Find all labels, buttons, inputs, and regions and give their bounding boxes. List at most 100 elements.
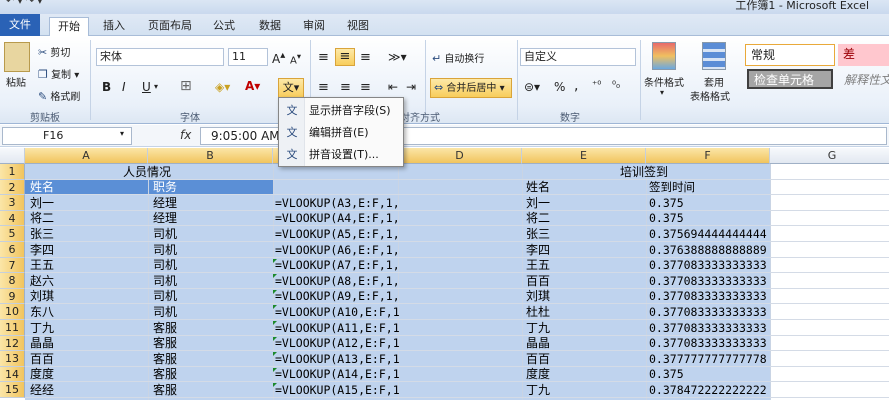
cell-b4[interactable]: 经理 [153, 211, 177, 226]
error-indicator-icon[interactable] [273, 289, 277, 294]
row-header[interactable]: 7 [0, 257, 25, 274]
row-header[interactable]: 11 [0, 320, 25, 336]
name-box-dropdown-icon[interactable]: ▾ [120, 129, 124, 138]
align-top-icon[interactable]: ≡ [318, 50, 329, 65]
font-name-select[interactable]: 宋体 [96, 48, 224, 66]
row-header[interactable]: 4 [0, 210, 25, 227]
cell-e7[interactable]: 王五 [526, 258, 550, 273]
column-header-g[interactable]: G [770, 148, 889, 164]
phonetic-button[interactable]: 文▾ [278, 78, 304, 98]
font-color-icon[interactable]: A▾ [245, 79, 260, 93]
menu-item-phonetic-settings[interactable]: 文 拼音设置(T)... [279, 144, 403, 166]
row-header[interactable]: 10 [0, 304, 25, 320]
underline-button[interactable]: U [142, 80, 151, 94]
cell-e9[interactable]: 刘琪 [526, 289, 550, 304]
tab-formulas[interactable]: 公式 [206, 17, 242, 36]
cell-c14[interactable]: =VLOOKUP(A14,E:F,1 [275, 367, 400, 382]
grow-font-icon[interactable]: A▴ [272, 50, 285, 66]
cell-e3[interactable]: 刘一 [526, 196, 550, 211]
align-left-icon[interactable]: ≡ [318, 80, 329, 95]
column-header-f[interactable]: F [646, 148, 770, 164]
cut-button[interactable]: ✂ 剪切 [38, 44, 70, 59]
error-indicator-icon[interactable] [273, 383, 277, 388]
row-header[interactable]: 12 [0, 335, 25, 352]
decrease-decimal-icon[interactable]: ⁰₀ [612, 80, 620, 91]
cell-f14[interactable]: 0.375 [649, 367, 684, 382]
cell-e8[interactable]: 百百 [526, 274, 550, 289]
align-middle-icon[interactable]: ≡ [335, 48, 355, 66]
cell-a6[interactable]: 李四 [30, 243, 54, 258]
error-indicator-icon[interactable] [273, 321, 277, 325]
cell-b11[interactable]: 客服 [153, 321, 177, 336]
cell-f7[interactable]: 0.377083333333333 [649, 258, 767, 273]
cell-f8[interactable]: 0.377083333333333 [649, 274, 767, 289]
conditional-format-icon[interactable] [652, 42, 676, 70]
shrink-font-icon[interactable]: A▾ [290, 51, 301, 66]
cell-b15[interactable]: 客服 [153, 383, 177, 398]
row-header[interactable]: 15 [0, 382, 25, 398]
cell-a5[interactable]: 张三 [30, 227, 54, 242]
orientation-icon[interactable]: ≫▾ [388, 50, 407, 64]
row-header[interactable]: 14 [0, 366, 25, 383]
decrease-indent-icon[interactable]: ⇤ [388, 80, 398, 94]
conditional-format-button[interactable]: 条件格式 [644, 74, 684, 89]
table-format-button[interactable]: 套用 [704, 74, 724, 89]
cell-e1[interactable]: 培训签到 [620, 165, 668, 180]
cell-b9[interactable]: 司机 [153, 289, 177, 304]
cell-a13[interactable]: 百百 [30, 352, 54, 367]
cell-b5[interactable]: 司机 [153, 227, 177, 242]
cell-a12[interactable]: 晶晶 [30, 336, 54, 351]
row-header[interactable]: 9 [0, 288, 25, 305]
border-icon[interactable]: ⊞ [180, 78, 192, 94]
cell-b13[interactable]: 客服 [153, 352, 177, 367]
menu-item-edit-phonetic[interactable]: 文 编辑拼音(E) [279, 122, 403, 144]
cell-c10[interactable]: =VLOOKUP(A10,E:F,1 [275, 305, 400, 320]
cell-a8[interactable]: 赵六 [30, 274, 54, 289]
underline-dropdown-icon[interactable]: ▾ [154, 82, 158, 91]
cell-c11[interactable]: =VLOOKUP(A11,E:F,1 [275, 321, 400, 336]
error-indicator-icon[interactable] [273, 274, 277, 279]
increase-indent-icon[interactable]: ⇥ [406, 80, 416, 94]
bold-button[interactable]: B [102, 80, 111, 94]
cell-a2[interactable]: 姓名 [30, 180, 54, 195]
error-indicator-icon[interactable] [273, 367, 277, 372]
row-header[interactable]: 3 [0, 195, 25, 211]
column-header-a[interactable]: A [25, 148, 148, 164]
cell-a15[interactable]: 经经 [30, 383, 54, 398]
menu-item-show-phonetic[interactable]: 文 显示拼音字段(S) [279, 100, 403, 122]
tab-file[interactable]: 文件 [0, 14, 40, 36]
select-all-corner[interactable] [0, 148, 25, 164]
fill-color-icon[interactable]: ◈▾ [215, 80, 230, 94]
format-painter-button[interactable]: ✎ 格式刷 [38, 88, 80, 103]
cell-e5[interactable]: 张三 [526, 227, 550, 242]
cell-e11[interactable]: 丁九 [526, 321, 550, 336]
cell-f10[interactable]: 0.377083333333333 [649, 305, 767, 320]
cell-e2[interactable]: 姓名 [526, 180, 550, 195]
cell-b12[interactable]: 客服 [153, 336, 177, 351]
cell-a7[interactable]: 王五 [30, 258, 54, 273]
cell-f5[interactable]: 0.375694444444444 [649, 227, 767, 242]
cell-b2[interactable]: 职务 [153, 180, 177, 195]
cell-e13[interactable]: 百百 [526, 352, 550, 367]
cell-c8[interactable]: =VLOOKUP(A8,E:F,1, [275, 274, 400, 289]
cell-f9[interactable]: 0.377083333333333 [649, 289, 767, 304]
cell-b7[interactable]: 司机 [153, 258, 177, 273]
cell-c6[interactable]: =VLOOKUP(A6,E:F,1, [275, 243, 400, 258]
row-header[interactable]: 2 [0, 179, 25, 196]
style-bad[interactable]: 差 [838, 44, 889, 66]
cell-e12[interactable]: 晶晶 [526, 336, 550, 351]
error-indicator-icon[interactable] [273, 258, 277, 263]
quick-access-toolbar[interactable]: ↶ ▾ ↷ ▾ [6, 0, 42, 7]
increase-decimal-icon[interactable]: ⁺⁰ [592, 80, 601, 91]
tab-view[interactable]: 视图 [340, 17, 376, 36]
cell-a4[interactable]: 将二 [30, 211, 54, 226]
row-header[interactable]: 8 [0, 273, 25, 289]
cell-b10[interactable]: 司机 [153, 305, 177, 320]
cell-b8[interactable]: 司机 [153, 274, 177, 289]
align-bottom-icon[interactable]: ≡ [360, 50, 371, 65]
insert-function-icon[interactable]: fx [180, 128, 191, 142]
align-right-icon[interactable]: ≡ [360, 80, 371, 95]
wrap-text-button[interactable]: ↵ 自动换行 [432, 50, 484, 65]
cell-f4[interactable]: 0.375 [649, 211, 684, 226]
table-format-icon[interactable] [702, 42, 726, 70]
